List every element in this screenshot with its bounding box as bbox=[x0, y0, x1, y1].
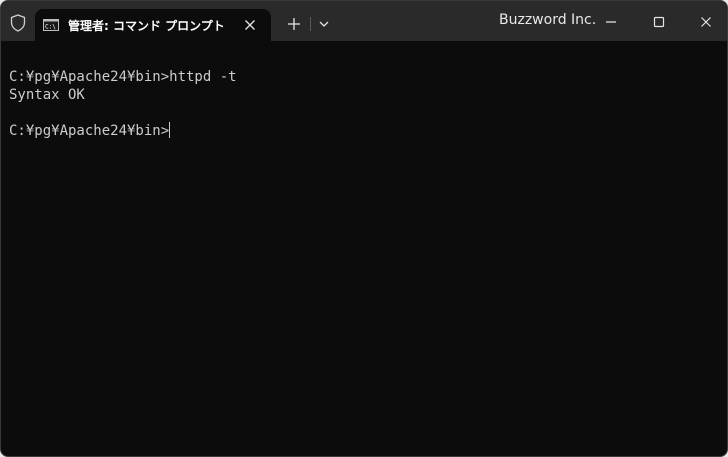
terminal-window: C:\ 管理者: コマンド プロンプト Buzzword Inc. C:¥pg¥… bbox=[0, 0, 728, 457]
terminal-prompt-line[interactable]: C:¥pg¥Apache24¥bin> bbox=[9, 122, 237, 140]
shield-icon bbox=[10, 14, 26, 32]
svg-text:C:\: C:\ bbox=[45, 24, 56, 31]
watermark-label: Buzzword Inc. bbox=[499, 12, 597, 28]
terminal-line-command: C:¥pg¥Apache24¥bin>httpd -t bbox=[9, 69, 237, 85]
plus-icon[interactable] bbox=[283, 13, 305, 35]
terminal-prompt: C:¥pg¥Apache24¥bin> bbox=[9, 123, 170, 139]
terminal-output[interactable]: C:¥pg¥Apache24¥bin>httpd -t Syntax OK C:… bbox=[9, 68, 237, 140]
maximize-icon[interactable] bbox=[648, 11, 670, 33]
titlebar[interactable]: C:\ 管理者: コマンド プロンプト Buzzword Inc. bbox=[1, 1, 727, 41]
close-icon[interactable] bbox=[695, 11, 717, 33]
command-prompt-icon: C:\ bbox=[43, 19, 59, 31]
tab-command-prompt[interactable]: C:\ 管理者: コマンド プロンプト bbox=[35, 9, 271, 41]
divider bbox=[310, 17, 311, 31]
close-icon[interactable] bbox=[242, 17, 258, 33]
text-cursor bbox=[169, 122, 171, 138]
terminal-line-result: Syntax OK bbox=[9, 87, 85, 103]
tab-title: 管理者: コマンド プロンプト bbox=[68, 19, 225, 33]
chevron-down-icon[interactable] bbox=[314, 13, 334, 35]
minimize-icon[interactable] bbox=[600, 11, 622, 33]
